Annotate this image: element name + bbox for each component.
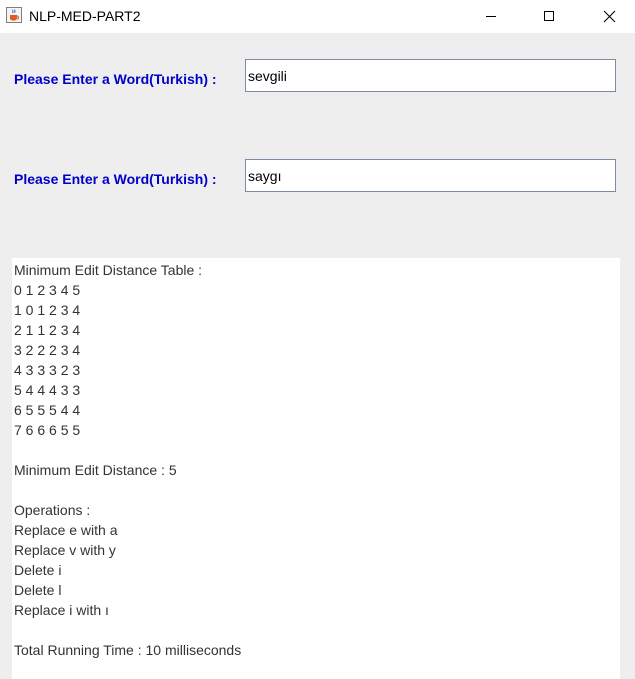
minimize-button[interactable] (468, 0, 514, 32)
word1-label: Please Enter a Word(Turkish) : (14, 71, 217, 87)
close-icon (603, 10, 615, 22)
operation-item: Replace i with ı (14, 602, 109, 618)
java-cup-icon (6, 7, 22, 23)
word2-label: Please Enter a Word(Turkish) : (14, 171, 217, 187)
word1-input[interactable] (245, 59, 616, 92)
app-window: NLP-MED-PART2 Please Enter a Word(Turkis… (0, 0, 635, 679)
table-row: 6 5 5 5 4 4 (14, 402, 81, 418)
table-row: 0 1 2 3 4 5 (14, 282, 81, 298)
maximize-button[interactable] (526, 0, 572, 32)
running-time: Total Running Time : 10 milliseconds (14, 642, 242, 658)
table-row: 5 4 4 4 3 3 (14, 382, 81, 398)
table-row: 1 0 1 2 3 4 (14, 302, 81, 318)
table-row: 3 2 2 2 3 4 (14, 342, 81, 358)
operation-item: Delete i (14, 562, 62, 578)
output-text-area[interactable]: Minimum Edit Distance Table : 0 1 2 3 4 … (12, 258, 620, 679)
word2-input[interactable] (245, 159, 616, 192)
maximize-icon (544, 11, 554, 21)
table-title: Minimum Edit Distance Table : (14, 262, 203, 278)
operations-title: Operations : (14, 502, 91, 518)
table-row: 4 3 3 3 2 3 (14, 362, 81, 378)
table-row: 2 1 1 2 3 4 (14, 322, 81, 338)
operation-item: Replace e with a (14, 522, 118, 538)
title-bar[interactable]: NLP-MED-PART2 (0, 0, 635, 33)
minimize-icon (486, 16, 496, 17)
table-row: 7 6 6 6 5 5 (14, 422, 81, 438)
operation-item: Replace v with y (14, 542, 116, 558)
close-button[interactable] (586, 0, 632, 32)
operation-item: Delete l (14, 582, 62, 598)
window-title: NLP-MED-PART2 (29, 8, 141, 24)
edit-distance-result: Minimum Edit Distance : 5 (14, 462, 177, 478)
